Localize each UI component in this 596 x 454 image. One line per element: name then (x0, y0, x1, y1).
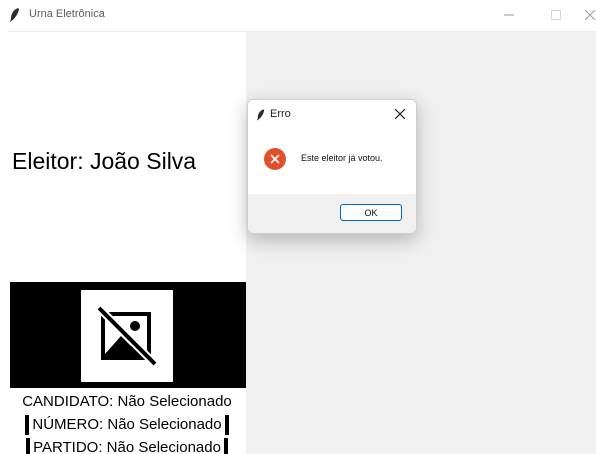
voter-panel: Eleitor: João Silva CANDIDATO: Não Selec… (8, 32, 246, 454)
dialog-title-bar: Erro (248, 100, 416, 128)
candidate-number-text: NÚMERO: Não Selecionado (25, 415, 229, 435)
close-button[interactable] (573, 2, 596, 28)
maximize-icon (551, 10, 561, 20)
window-title: Urna Eletrônica (29, 8, 105, 20)
close-icon (395, 109, 405, 119)
error-dialog: Erro Este eleitor já votou. OK (247, 99, 417, 234)
ok-button[interactable]: OK (340, 204, 402, 221)
maximize-button[interactable] (539, 2, 573, 28)
minimize-button[interactable] (492, 2, 526, 28)
feather-icon (257, 108, 265, 126)
candidate-photo-area (10, 282, 246, 388)
candidate-number-line: NÚMERO: Não Selecionado (8, 415, 246, 435)
candidate-photo (81, 290, 173, 382)
candidate-name-line: CANDIDATO: Não Selecionado (8, 392, 246, 412)
candidate-party-line: PARTIDO: Não Selecionado (8, 438, 246, 454)
candidate-name-text: CANDIDATO: Não Selecionado (19, 392, 235, 412)
image-unavailable-icon (96, 305, 158, 367)
error-icon (264, 148, 286, 170)
close-icon (585, 10, 595, 20)
dialog-body: Este eleitor já votou. (248, 128, 416, 194)
dialog-title: Erro (270, 108, 291, 120)
title-bar: Urna Eletrônica (8, 0, 596, 32)
candidate-party-text: PARTIDO: Não Selecionado (26, 438, 228, 454)
feather-icon (10, 8, 20, 27)
minimize-icon (504, 14, 514, 16)
dialog-message: Este eleitor já votou. (301, 153, 383, 163)
dialog-close-button[interactable] (392, 106, 408, 122)
voter-label: Eleitor: João Silva (12, 148, 197, 174)
